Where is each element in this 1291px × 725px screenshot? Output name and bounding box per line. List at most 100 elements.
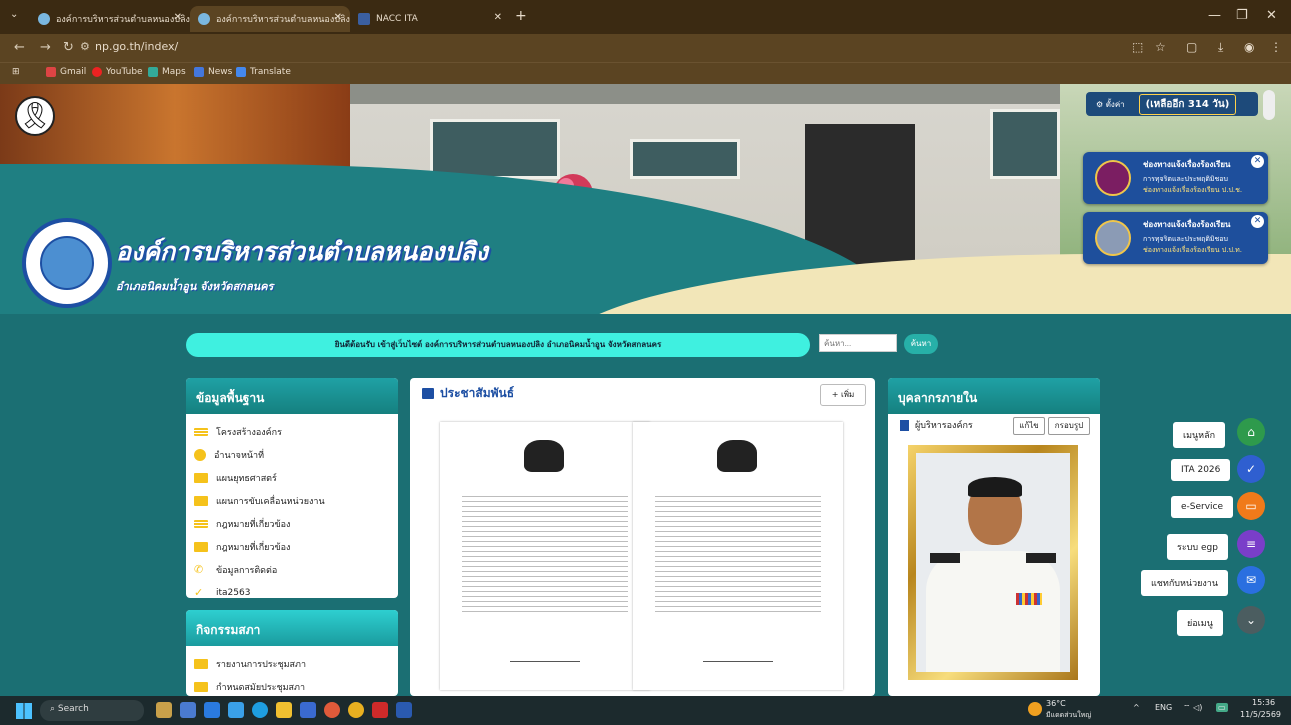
download-icon[interactable]: ⤓: [1218, 40, 1223, 55]
pacc-seal-icon: [1095, 220, 1131, 256]
list-icon[interactable]: ≡: [1237, 530, 1265, 558]
url-field[interactable]: np.go.th/index/: [95, 40, 178, 53]
taskbar-search[interactable]: ⌕ Search: [40, 700, 144, 721]
executive-photo: [916, 453, 1070, 672]
windows-start-icon[interactable]: [16, 703, 32, 719]
list-item[interactable]: ✆ ข้อมูลการติดต่อ: [194, 558, 390, 581]
close-icon[interactable]: ✕: [494, 12, 502, 23]
list-item[interactable]: กฎหมายที่เกี่ยวข้อง: [194, 535, 390, 558]
list-item[interactable]: แผนการขับเคลื่อนหน่วยงาน: [194, 489, 390, 512]
bookmark-star-icon[interactable]: ☆: [1155, 40, 1166, 54]
complaint-card-nacc[interactable]: ช่องทางแจ้งเรื่องร้องเรียน การทุจริตและป…: [1083, 152, 1268, 204]
bookmark-news[interactable]: News: [194, 67, 232, 77]
search-button[interactable]: ค้นหา: [904, 334, 938, 354]
verified-icon[interactable]: ✓: [1237, 455, 1265, 483]
site-info-icon[interactable]: ⚙: [80, 40, 90, 53]
bookmark-youtube[interactable]: YouTube: [92, 67, 143, 77]
back-icon[interactable]: ←: [14, 40, 25, 55]
minimize-button[interactable]: —: [1208, 8, 1221, 23]
list-item[interactable]: รายงานการประชุมสภา: [194, 652, 390, 675]
list-item[interactable]: แผนยุทธศาสตร์: [194, 466, 390, 489]
tab-1[interactable]: องค์การบริหารส่วนตำบลหนองปลิง อำ ✕: [30, 6, 190, 32]
weather-icon[interactable]: [1028, 702, 1042, 716]
maximize-button[interactable]: ❐: [1236, 8, 1248, 23]
word-icon[interactable]: [396, 702, 412, 718]
tab-3[interactable]: NACC ITA ✕: [350, 6, 510, 32]
widgets-icon[interactable]: [156, 702, 172, 718]
add-button[interactable]: + เพิ่ม: [820, 384, 866, 406]
clock-time[interactable]: 15:36: [1252, 698, 1275, 707]
frame-button[interactable]: กรอบรูป: [1048, 417, 1090, 435]
folder-icon: [194, 658, 208, 669]
store-icon[interactable]: [300, 702, 316, 718]
chrome-icon[interactable]: [348, 702, 364, 718]
list-item[interactable]: กำหนดสมัยประชุมสภา: [194, 675, 390, 696]
browser-menu-icon[interactable]: ⋮: [1270, 40, 1282, 54]
pr-header: ประชาสัมพันธ์: [410, 378, 875, 408]
reload-icon[interactable]: ↻: [63, 40, 74, 55]
garuda-emblem-icon: [717, 440, 757, 472]
image-icon: [422, 387, 434, 399]
days-left-badge: (เหลืออีก 314 วัน): [1138, 93, 1237, 115]
translate-icon[interactable]: ⬚: [1132, 40, 1143, 54]
browser-icon[interactable]: [252, 702, 268, 718]
address-bar: ← → ↻ ⚙ np.go.th/index/ ⬚ ☆ ▢ ⤓ ◉ ⋮: [0, 34, 1291, 62]
forward-icon[interactable]: →: [40, 40, 51, 55]
profile-avatar-icon[interactable]: ◉: [1244, 40, 1254, 54]
folder-icon: [194, 681, 208, 692]
bookmark-gmail[interactable]: Gmail: [46, 67, 86, 77]
search-input[interactable]: [819, 334, 897, 352]
close-icon[interactable]: ✕: [1251, 215, 1264, 228]
battery-icon[interactable]: ▭: [1216, 703, 1228, 712]
clock-date[interactable]: 11/5/2569: [1240, 710, 1281, 719]
extensions-icon[interactable]: ▢: [1186, 40, 1197, 54]
scroll-toggle[interactable]: [1263, 90, 1275, 120]
list-item[interactable]: กฎหมายที่เกี่ยวข้อง: [194, 512, 390, 535]
chevron-up-icon[interactable]: ^: [1133, 703, 1140, 712]
new-tab-button[interactable]: +: [515, 8, 527, 24]
notif-subtitle: การทุจริตและประพฤติมิชอบ: [1143, 235, 1228, 243]
notif-subtitle: การทุจริตและประพฤติมิชอบ: [1143, 175, 1228, 183]
welcome-marquee: ยินดีต้อนรับ เข้าสู่เว็บไซต์ องค์การบริห…: [186, 333, 810, 357]
monitor-icon[interactable]: ▭: [1237, 492, 1265, 520]
taskbar: ⌕ Search 36°C มีแดดส่วนใหญ่ ^ ENG ⌔ ◁) ▭…: [0, 696, 1291, 725]
close-icon[interactable]: ✕: [174, 12, 182, 23]
home-icon[interactable]: ⌂: [1237, 418, 1265, 446]
plus-icon: +: [831, 390, 841, 399]
announcement-document[interactable]: [440, 422, 650, 690]
window-close-button[interactable]: ✕: [1266, 8, 1277, 23]
announcement-document[interactable]: [633, 422, 843, 690]
close-icon[interactable]: ✕: [334, 12, 342, 23]
edge-icon[interactable]: [204, 702, 220, 718]
language-indicator[interactable]: ENG: [1155, 703, 1172, 712]
bookmark-translate[interactable]: Translate: [236, 67, 291, 77]
acrobat-icon[interactable]: [372, 702, 388, 718]
side-menu-label: ย่อเมนู: [1177, 610, 1223, 636]
messenger-icon[interactable]: ✉: [1237, 566, 1265, 594]
document-icon: [900, 419, 909, 431]
notif-agency: ช่องทางแจ้งเรื่องร้องเรียน ป.ป.ช.: [1143, 186, 1243, 194]
complaint-card-pacc[interactable]: ช่องทางแจ้งเรื่องร้องเรียน การทุจริตและป…: [1083, 212, 1268, 264]
list-item[interactable]: อำนาจหน้าที่: [194, 443, 390, 466]
tab-1-label: องค์การบริหารส่วนตำบลหนองปลิง อำ: [56, 15, 190, 25]
apps-grid-icon[interactable]: ⊞: [12, 67, 20, 77]
list-item[interactable]: โครงสร้างองค์กร: [194, 420, 390, 443]
wifi-icon[interactable]: ⌔ ◁): [1183, 703, 1202, 713]
org-logo: [22, 218, 112, 308]
firefox-icon[interactable]: [324, 702, 340, 718]
close-icon[interactable]: ✕: [1251, 155, 1264, 168]
tab-3-label: NACC ITA: [376, 14, 418, 24]
edit-button[interactable]: แก้ไข: [1013, 417, 1045, 435]
bookmark-maps[interactable]: Maps: [148, 67, 186, 77]
task-view-icon[interactable]: [180, 702, 196, 718]
tab-search-icon[interactable]: ⌄: [10, 9, 18, 20]
teams-icon[interactable]: [228, 702, 244, 718]
window-shape: [630, 139, 740, 179]
weather-desc: มีแดดส่วนใหญ่: [1046, 711, 1092, 719]
settings-bar[interactable]: ⚙ ตั้งค่า (เหลืออีก 314 วัน): [1086, 92, 1258, 116]
tab-2[interactable]: องค์การบริหารส่วนตำบลหนองปลิง อำ ✕: [190, 6, 350, 32]
list-item[interactable]: ✓ ita2563: [194, 581, 390, 599]
executive-photo-frame: [908, 445, 1078, 680]
chevron-down-icon[interactable]: ⌄: [1237, 606, 1265, 634]
file-explorer-icon[interactable]: [276, 702, 292, 718]
